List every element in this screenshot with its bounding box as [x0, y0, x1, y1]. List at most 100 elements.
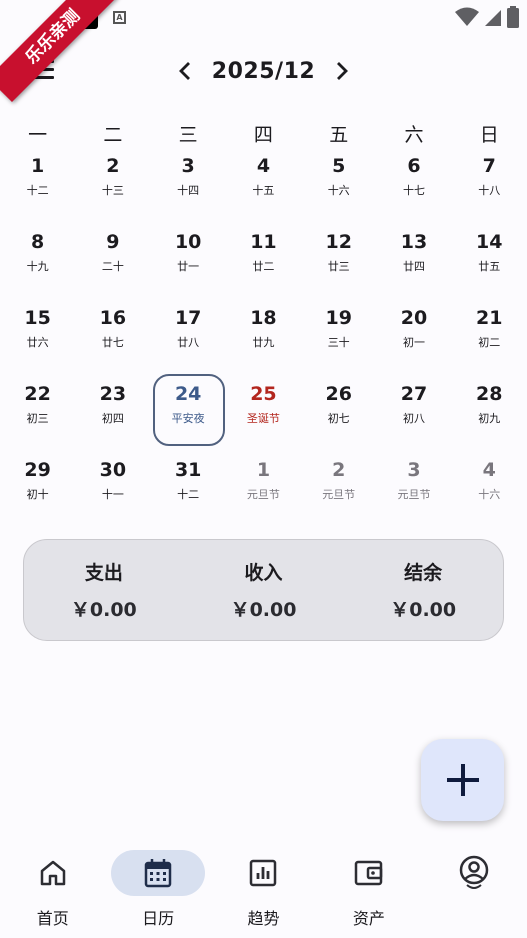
day-number: 29 — [24, 459, 51, 481]
prev-month-button[interactable] — [172, 56, 198, 86]
calendar-day-cell[interactable]: 19 三十 — [301, 302, 376, 378]
calendar-day-cell[interactable]: 14 廿五 — [452, 226, 527, 302]
calendar-day-cell[interactable]: 3 元旦节 — [376, 454, 451, 530]
lunar-date: 廿六 — [26, 336, 49, 349]
calendar-header: 2025/12 — [0, 52, 527, 92]
calendar-day-cell[interactable]: 15 廿六 — [0, 302, 75, 378]
day-number: 5 — [332, 155, 346, 177]
calendar-grid: 1 十二 2 十三 3 十四 4 十五 5 十六 6 十七 7 十八 8 十九 9 二十 10 廿一 11 廿二 12 廿三 1… — [0, 150, 527, 530]
nav-profile-pill — [427, 850, 521, 896]
expense-label: 支出 — [84, 562, 123, 584]
summary-card: 支出 ￥0.00 收入 ￥0.00 结余 ￥0.00 — [23, 539, 504, 641]
calendar-day-cell[interactable]: 8 十九 — [0, 226, 75, 302]
income-label: 收入 — [244, 562, 283, 584]
nav-profile[interactable] — [422, 850, 527, 938]
calendar-day-cell[interactable]: 7 十八 — [452, 150, 527, 226]
day-number: 2 — [332, 459, 346, 481]
day-number: 11 — [250, 231, 277, 253]
calendar-day-cell[interactable]: 30 十一 — [75, 454, 150, 530]
wallet-icon — [354, 860, 383, 886]
calendar-day-cell[interactable]: 16 廿七 — [75, 302, 150, 378]
day-number: 4 — [256, 155, 271, 177]
day-number: 2 — [106, 155, 120, 177]
calendar-day-cell[interactable]: 5 十六 — [301, 150, 376, 226]
lunar-date: 元旦节 — [397, 488, 431, 501]
lunar-date: 廿一 — [177, 260, 200, 273]
day-number: 12 — [325, 231, 352, 253]
nav-trend-label: 趋势 — [247, 909, 280, 928]
chevron-right-icon — [337, 62, 349, 80]
calendar-day-cell[interactable]: 12 廿三 — [301, 226, 376, 302]
month-title: 2025/12 — [211, 58, 316, 84]
lunar-date: 廿七 — [101, 336, 124, 349]
month-nav: 2025/12 — [0, 56, 527, 86]
calendar-day-cell[interactable]: 6 十七 — [376, 150, 451, 226]
lunar-date: 廿二 — [252, 260, 275, 273]
calendar-day-cell[interactable]: 4 十六 — [452, 454, 527, 530]
nav-assets[interactable]: 资产 — [316, 850, 421, 938]
day-number: 26 — [325, 383, 352, 405]
lunar-date: 初八 — [402, 412, 425, 425]
calendar-day-cell[interactable]: 22 初三 — [0, 378, 75, 454]
weekday-label: 五 — [329, 124, 349, 146]
balance-value: ￥0.00 — [390, 599, 457, 621]
lunar-date: 初七 — [327, 412, 350, 425]
calendar-day-cell[interactable]: 3 十四 — [151, 150, 226, 226]
day-number: 18 — [250, 307, 277, 329]
nav-calendar-label: 日历 — [142, 909, 175, 928]
day-number: 21 — [476, 307, 503, 329]
calendar-day-cell[interactable]: 25 圣诞节 — [226, 378, 301, 454]
day-number: 20 — [400, 307, 428, 329]
calendar-day-cell[interactable]: 17 廿八 — [151, 302, 226, 378]
calendar-day-cell[interactable]: 11 廿二 — [226, 226, 301, 302]
day-number: 16 — [99, 307, 127, 329]
day-number: 1 — [256, 459, 271, 481]
nav-calendar[interactable]: 日历 — [105, 850, 210, 938]
nav-home[interactable]: 首页 — [0, 850, 105, 938]
add-record-button[interactable] — [421, 739, 504, 821]
calendar-week-row: 29 初十 30 十一 31 十二 1 元旦节 2 元旦节 3 元旦节 4 十六 — [0, 454, 527, 530]
lunar-date: 圣诞节 — [246, 412, 280, 425]
calendar-day-cell[interactable]: 1 十二 — [0, 150, 75, 226]
day-number: 17 — [174, 307, 202, 329]
wifi-icon — [455, 7, 479, 26]
day-number: 27 — [400, 383, 428, 405]
weekday-label: 日 — [479, 124, 499, 146]
calendar-day-cell[interactable]: 20 初一 — [376, 302, 451, 378]
next-month-button[interactable] — [329, 56, 355, 86]
calendar-day-cell[interactable]: 4 十五 — [226, 150, 301, 226]
calendar-day-cell[interactable]: 13 廿四 — [376, 226, 451, 302]
calendar-day-cell[interactable]: 21 初二 — [452, 302, 527, 378]
calendar-day-cell[interactable]: 18 廿九 — [226, 302, 301, 378]
lunar-date: 廿三 — [327, 260, 350, 273]
calendar-day-cell[interactable]: 27 初八 — [376, 378, 451, 454]
income-value: ￥0.00 — [230, 599, 297, 621]
signal-icon — [485, 10, 501, 26]
calendar-day-cell[interactable]: 31 十二 — [151, 454, 226, 530]
lunar-date: 元旦节 — [322, 488, 356, 501]
nav-assets-pill — [322, 850, 416, 896]
calendar-day-cell[interactable]: 2 元旦节 — [301, 454, 376, 530]
profile-icon — [460, 855, 489, 889]
chart-icon — [250, 859, 277, 887]
calendar-day-cell[interactable]: 24 平安夜 — [151, 374, 226, 454]
balance-label: 结余 — [404, 562, 443, 584]
calendar-day-cell[interactable]: 10 廿一 — [151, 226, 226, 302]
lunar-date: 十二 — [177, 488, 200, 501]
calendar-day-cell[interactable]: 9 二十 — [75, 226, 150, 302]
lunar-date: 十八 — [478, 184, 501, 197]
calendar-day-cell[interactable]: 23 初四 — [75, 378, 150, 454]
calendar-day-cell[interactable]: 2 十三 — [75, 150, 150, 226]
nav-trend[interactable]: 趋势 — [211, 850, 316, 938]
lunar-date: 二十 — [101, 260, 124, 273]
calendar-day-cell[interactable]: 1 元旦节 — [226, 454, 301, 530]
calendar-day-cell[interactable]: 28 初九 — [452, 378, 527, 454]
calendar-day-cell[interactable]: 26 初七 — [301, 378, 376, 454]
plus-icon — [446, 764, 479, 796]
calendar-week-row: 1 十二 2 十三 3 十四 4 十五 5 十六 6 十七 7 十八 — [0, 150, 527, 226]
calendar-day-cell[interactable]: 29 初十 — [0, 454, 75, 530]
lunar-date: 初一 — [402, 336, 425, 349]
lunar-date: 十三 — [101, 184, 124, 197]
day-number: 6 — [407, 155, 421, 177]
weekday-row: 一 二 三 四 五 六 日 — [0, 120, 527, 147]
